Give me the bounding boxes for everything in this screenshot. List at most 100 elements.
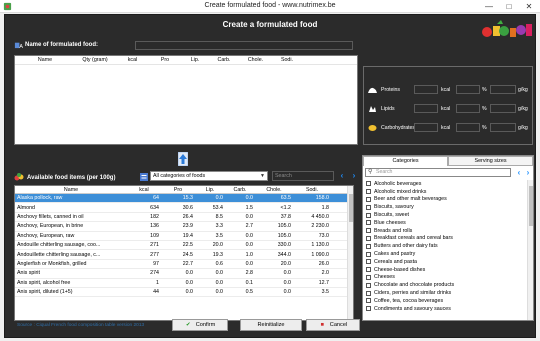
category-item[interactable]: Condiments and savoury sauces — [365, 305, 531, 313]
category-checkbox[interactable] — [366, 228, 371, 234]
category-item[interactable]: Cheeses — [365, 274, 531, 282]
table-row[interactable]: Anchovy fillets, canned in oil 182 26.4 8.5… — [15, 213, 353, 223]
column-header[interactable]: kcal — [115, 57, 150, 63]
category-list-scrollbar[interactable] — [527, 180, 533, 320]
search-placeholder: Search — [376, 169, 393, 175]
category-item[interactable]: Butters and other dairy fats — [365, 242, 531, 250]
reinitialize-button[interactable]: Reinitialize — [240, 319, 302, 331]
column-header[interactable]: Chole. — [255, 187, 293, 193]
table-cell: 0.0 — [245, 195, 253, 202]
add-food-arrow-icon[interactable] — [178, 152, 188, 166]
composition-table[interactable]: Name Qty (gram) kcal Pro Lip. Carb. Chol… — [14, 55, 358, 145]
category-item[interactable]: Chocolate and chocolate products — [365, 281, 531, 289]
table-cell: 105.0 — [277, 232, 291, 239]
cancel-button[interactable]: ■ Cancel — [306, 319, 360, 331]
name-label: Name of formulated food: — [25, 42, 98, 48]
column-header[interactable]: Name — [15, 187, 127, 193]
category-item[interactable]: Biscuits, savoury — [365, 203, 531, 211]
food-items-table[interactable]: Name kcal Pro Lip. Carb. Chole. Sodi. Al… — [14, 185, 354, 321]
category-checkbox[interactable] — [366, 290, 371, 296]
confirm-button[interactable]: ✔ Confirm — [172, 319, 228, 331]
category-item[interactable]: Beer and other malt beverages — [365, 196, 531, 204]
tab-serving-sizes[interactable]: Serving sizes — [448, 156, 533, 166]
food-search-input[interactable]: Search — [272, 171, 334, 181]
table-cell: 1 — [156, 279, 159, 286]
category-item[interactable]: Cheese-based dishes — [365, 266, 531, 274]
table-cell: 1.8 — [321, 204, 329, 211]
close-button[interactable]: ✕ — [519, 0, 539, 13]
category-checkbox[interactable] — [366, 267, 371, 273]
column-header[interactable]: kcal — [127, 187, 161, 193]
column-header[interactable]: Pro — [150, 57, 180, 63]
table-row[interactable]: Anis spirit 274 0.0 0.0 2.8 0.0 2.0 — [15, 269, 353, 279]
food-table-header: Name kcal Pro Lip. Carb. Chole. Sodi. — [15, 186, 353, 194]
table-cell: 0.5 — [245, 289, 253, 296]
category-item[interactable]: Alcoholic beverages — [365, 180, 531, 188]
table-row[interactable]: Alaska pollock, raw 64 15.3 0.0 0.0 63.5 158.0 — [15, 194, 353, 204]
category-search-input[interactable]: ⚲ Search — [365, 168, 511, 177]
table-cell: 19.3 — [212, 251, 223, 258]
scrollbar-thumb[interactable] — [529, 186, 533, 226]
category-checkbox[interactable] — [366, 243, 371, 249]
category-item[interactable]: Cakes and pastry — [365, 250, 531, 258]
next-arrow-icon[interactable]: › — [350, 171, 358, 181]
column-header[interactable]: Name — [15, 57, 75, 63]
maximize-button[interactable]: □ — [499, 0, 519, 13]
category-item[interactable]: Breakfast cereals and cereal bars — [365, 235, 531, 243]
unit-label: g/kg — [518, 125, 528, 131]
category-item[interactable]: Breads and rolls — [365, 227, 531, 235]
table-cell: Alaska pollock, raw — [17, 195, 63, 202]
previous-arrow-icon[interactable]: ‹ — [338, 171, 346, 181]
category-select[interactable]: All categories of foods ▼ — [150, 171, 268, 181]
column-header[interactable]: Sodi. — [273, 57, 301, 63]
category-item[interactable]: Blue cheeses — [365, 219, 531, 227]
minimize-button[interactable]: — — [479, 0, 499, 13]
column-header[interactable]: Pro — [161, 187, 195, 193]
table-row[interactable]: Anis spirit, diluted (1+5) 44 0.0 0.0 0.5 0.0… — [15, 288, 353, 298]
category-checkbox[interactable] — [366, 259, 371, 265]
column-header[interactable]: Sodi. — [293, 187, 331, 193]
table-row[interactable]: Anis spirit, alcohol free 1 0.0 0.0 0.1 0.0 12… — [15, 279, 353, 288]
category-checkbox[interactable] — [366, 189, 371, 195]
column-header[interactable]: Chole. — [238, 57, 273, 63]
category-item[interactable]: Ciders, perries and similar drinks — [365, 289, 531, 297]
scrollbar-thumb[interactable] — [349, 194, 353, 222]
column-header[interactable]: Carb. — [225, 187, 255, 193]
column-header[interactable]: Lip. — [180, 57, 210, 63]
lipid-icon — [369, 106, 376, 112]
category-checkbox[interactable] — [366, 235, 371, 241]
table-cell: Anis spirit, alcohol free — [17, 279, 71, 286]
chevron-down-icon: ▼ — [260, 173, 265, 179]
table-cell: 20.0 — [212, 242, 223, 249]
table-row[interactable]: Anchovy, European, raw 109 19.4 3.5 0.0 105.0… — [15, 232, 353, 241]
column-header[interactable]: Carb. — [210, 57, 238, 63]
next-arrow-icon[interactable]: › — [524, 168, 532, 178]
table-row[interactable]: Andouillette chitterling sausage, c... 27… — [15, 250, 353, 260]
table-row[interactable]: Anchovy, European, in brine 136 23.9 3.3 2.7… — [15, 222, 353, 232]
category-checkbox[interactable] — [366, 204, 371, 210]
category-checkbox[interactable] — [366, 306, 371, 312]
table-row[interactable]: Anglerfish or Monkfish, grilled 97 22.7 0.6… — [15, 260, 353, 270]
category-checkbox[interactable] — [366, 298, 371, 304]
category-checkbox[interactable] — [366, 274, 371, 280]
food-table-scrollbar[interactable] — [347, 186, 353, 320]
category-checkbox[interactable] — [366, 196, 371, 202]
column-header[interactable]: Lip. — [195, 187, 225, 193]
category-checkbox[interactable] — [366, 282, 371, 288]
category-search-row: ⚲ Search ‹ › — [365, 168, 531, 178]
category-item[interactable]: Cereals and pasta — [365, 258, 531, 266]
category-item[interactable]: Alcoholic mixed drinks — [365, 188, 531, 196]
table-cell: 53.4 — [212, 204, 223, 211]
category-item[interactable]: Biscuits, sweet — [365, 211, 531, 219]
category-checkbox[interactable] — [366, 251, 371, 257]
table-row[interactable]: Almond 634 30.6 53.4 1.5 <1.2 1.8 — [15, 203, 353, 213]
name-input[interactable] — [135, 41, 353, 50]
tab-categories[interactable]: Categories — [363, 156, 448, 166]
table-row[interactable]: Andouille chitterling sausage, coo... 271… — [15, 241, 353, 251]
category-checkbox[interactable] — [366, 181, 371, 187]
column-header[interactable]: Qty (gram) — [75, 57, 115, 63]
category-checkbox[interactable] — [366, 212, 371, 218]
category-item[interactable]: Coffee, tea, cocoa beverages — [365, 297, 531, 305]
category-checkbox[interactable] — [366, 220, 371, 226]
previous-arrow-icon[interactable]: ‹ — [515, 168, 523, 178]
